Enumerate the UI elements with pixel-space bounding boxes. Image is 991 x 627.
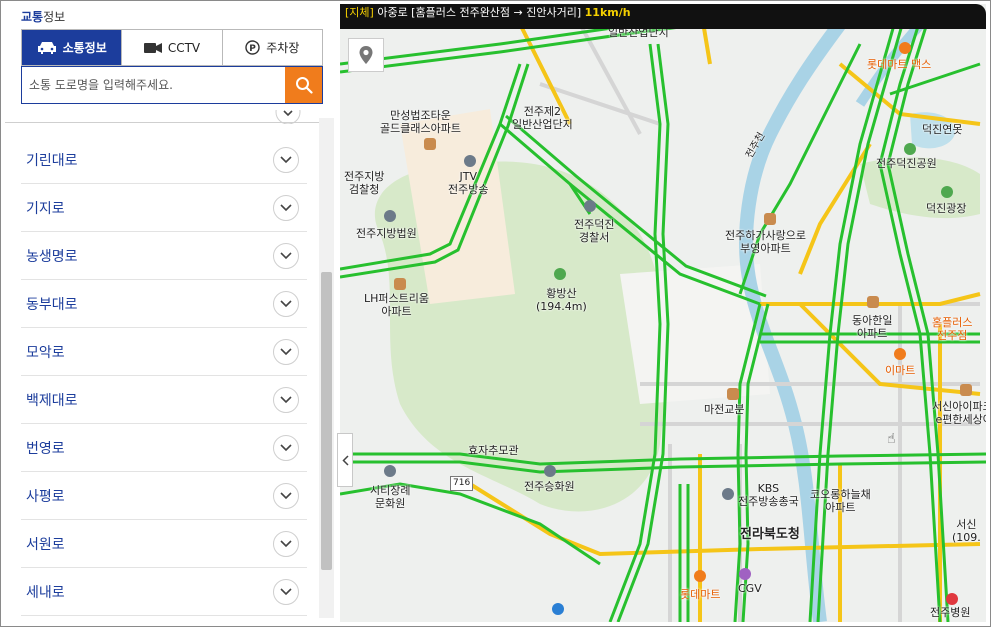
chevron-down-icon xyxy=(280,155,292,163)
route-shield: 716 xyxy=(450,476,474,491)
map-label: 덕진광장 xyxy=(926,202,967,215)
map-label: 효자추모관 xyxy=(468,444,519,457)
map-label: 전라북도청 xyxy=(740,527,800,542)
map-label: 전주지방법원 xyxy=(356,227,417,240)
map-label: 황방산 (194.4m) xyxy=(536,287,587,313)
map-label: 롯데마트 맥스 xyxy=(867,58,932,71)
chevron-down-icon xyxy=(280,251,292,259)
map-label: KBS 전주방송총국 xyxy=(738,482,799,508)
map-label: 전주병원 xyxy=(930,606,971,619)
svg-text:P: P xyxy=(249,44,256,54)
expand-button[interactable] xyxy=(273,290,299,317)
list-divider xyxy=(5,122,323,123)
expand-button[interactable] xyxy=(273,242,299,269)
chevron-down-icon xyxy=(280,395,292,403)
my-location-button[interactable] xyxy=(348,38,384,72)
chevron-down-icon xyxy=(280,587,292,595)
road-item-seowon[interactable]: 서원로 xyxy=(21,520,307,568)
map-label: 덕진연못 xyxy=(922,123,963,136)
road-item-girin[interactable]: 기린대로 xyxy=(21,136,307,184)
tab-traffic-info[interactable]: 소통정보 xyxy=(22,30,123,65)
chevron-down-icon xyxy=(280,443,292,451)
expand-button[interactable] xyxy=(273,578,299,605)
map-label: 전주제2 일반산업단지 xyxy=(512,105,573,131)
map-label: 전주승화원 xyxy=(524,480,575,493)
chevron-down-icon xyxy=(280,539,292,547)
location-pin-icon xyxy=(359,46,373,64)
chevron-down-icon xyxy=(280,491,292,499)
traffic-map[interactable]: 일반산업단지 롯데마트 맥스 만성법조타운 골드클래스아파트 전주제2 일반산업… xyxy=(340,4,986,622)
map-label: 서신아이파크 e편한세상아 xyxy=(932,400,986,426)
expand-button[interactable] xyxy=(273,386,299,413)
expand-button[interactable] xyxy=(273,194,299,221)
expand-button[interactable] xyxy=(273,434,299,461)
tab-cctv[interactable]: CCTV xyxy=(122,30,223,65)
road-search-input[interactable] xyxy=(22,67,285,103)
map-label: 동아한일 아파트 xyxy=(852,314,893,340)
sidebar-collapse-button[interactable] xyxy=(337,433,353,487)
map-label: 홈플러스 전주점 xyxy=(932,316,973,342)
expand-button[interactable] xyxy=(273,338,299,365)
expand-button[interactable] xyxy=(273,482,299,509)
road-list: 기린대로 기지로 농생명로 동부대로 모악로 백제대로 번영로 사평로 서원로 … xyxy=(21,136,307,616)
search-button[interactable] xyxy=(285,67,322,103)
road-search-box xyxy=(21,66,323,104)
chevron-down-icon xyxy=(280,347,292,355)
map-label: 롯데마트 xyxy=(680,588,721,601)
hand-cursor-icon: ☝ xyxy=(887,431,896,447)
map-label: 전주덕진공원 xyxy=(876,157,937,170)
map-label: 시티장례 문화원 xyxy=(370,484,411,510)
road-item-sapyeong[interactable]: 사평로 xyxy=(21,472,307,520)
info-tabs: 소통정보 CCTV P 주차장 xyxy=(21,29,323,66)
road-item-beonyeong[interactable]: 번영로 xyxy=(21,424,307,472)
expand-button[interactable] xyxy=(273,146,299,173)
sidebar-title: 교통정보 xyxy=(21,10,66,24)
traffic-sidebar: 교통정보 소통정보 CCTV P 주차장 기린대로 기지로 농생명로 동부대로 … xyxy=(5,4,339,622)
camera-icon xyxy=(143,43,162,53)
road-item-nongsaengmyeong[interactable]: 농생명로 xyxy=(21,232,307,280)
road-item-giji[interactable]: 기지로 xyxy=(21,184,307,232)
expand-button[interactable] xyxy=(273,530,299,557)
road-item-dongbu[interactable]: 동부대로 xyxy=(21,280,307,328)
map-label: 코오롱하늘채 아파트 xyxy=(810,488,871,514)
chevron-down-icon xyxy=(280,299,292,307)
map-label: 전주덕진 경찰서 xyxy=(574,218,615,244)
chevron-left-icon xyxy=(341,454,349,466)
scrollbar-thumb[interactable] xyxy=(321,272,332,570)
car-icon xyxy=(37,42,56,54)
road-item-senae[interactable]: 세내로 xyxy=(21,568,307,616)
chevron-down-icon xyxy=(280,203,292,211)
map-label: 전주지방 검찰청 xyxy=(344,170,385,196)
road-item-moak[interactable]: 모악로 xyxy=(21,328,307,376)
search-icon xyxy=(295,77,313,94)
map-label: 전주하가사랑으로 부영아파트 xyxy=(725,229,806,255)
map-canvas xyxy=(340,4,986,622)
map-label: CGV xyxy=(738,582,762,595)
map-label: 마전교분 xyxy=(704,403,745,416)
map-label: 만성법조타운 골드클래스아파트 xyxy=(380,109,461,135)
road-item-baekje[interactable]: 백제대로 xyxy=(21,376,307,424)
parking-icon: P xyxy=(245,40,260,55)
map-label: LH퍼스트리움 아파트 xyxy=(364,292,429,318)
tab-parking[interactable]: P 주차장 xyxy=(222,30,322,65)
map-label: JTV 전주방송 xyxy=(448,170,489,196)
traffic-ticker: [지체] 아중로 [홈플러스 전주완산점 → 진안사거리] 11km/h xyxy=(340,4,986,29)
map-label: 이마트 xyxy=(885,364,916,377)
map-label: 서신 (109. xyxy=(952,518,981,544)
